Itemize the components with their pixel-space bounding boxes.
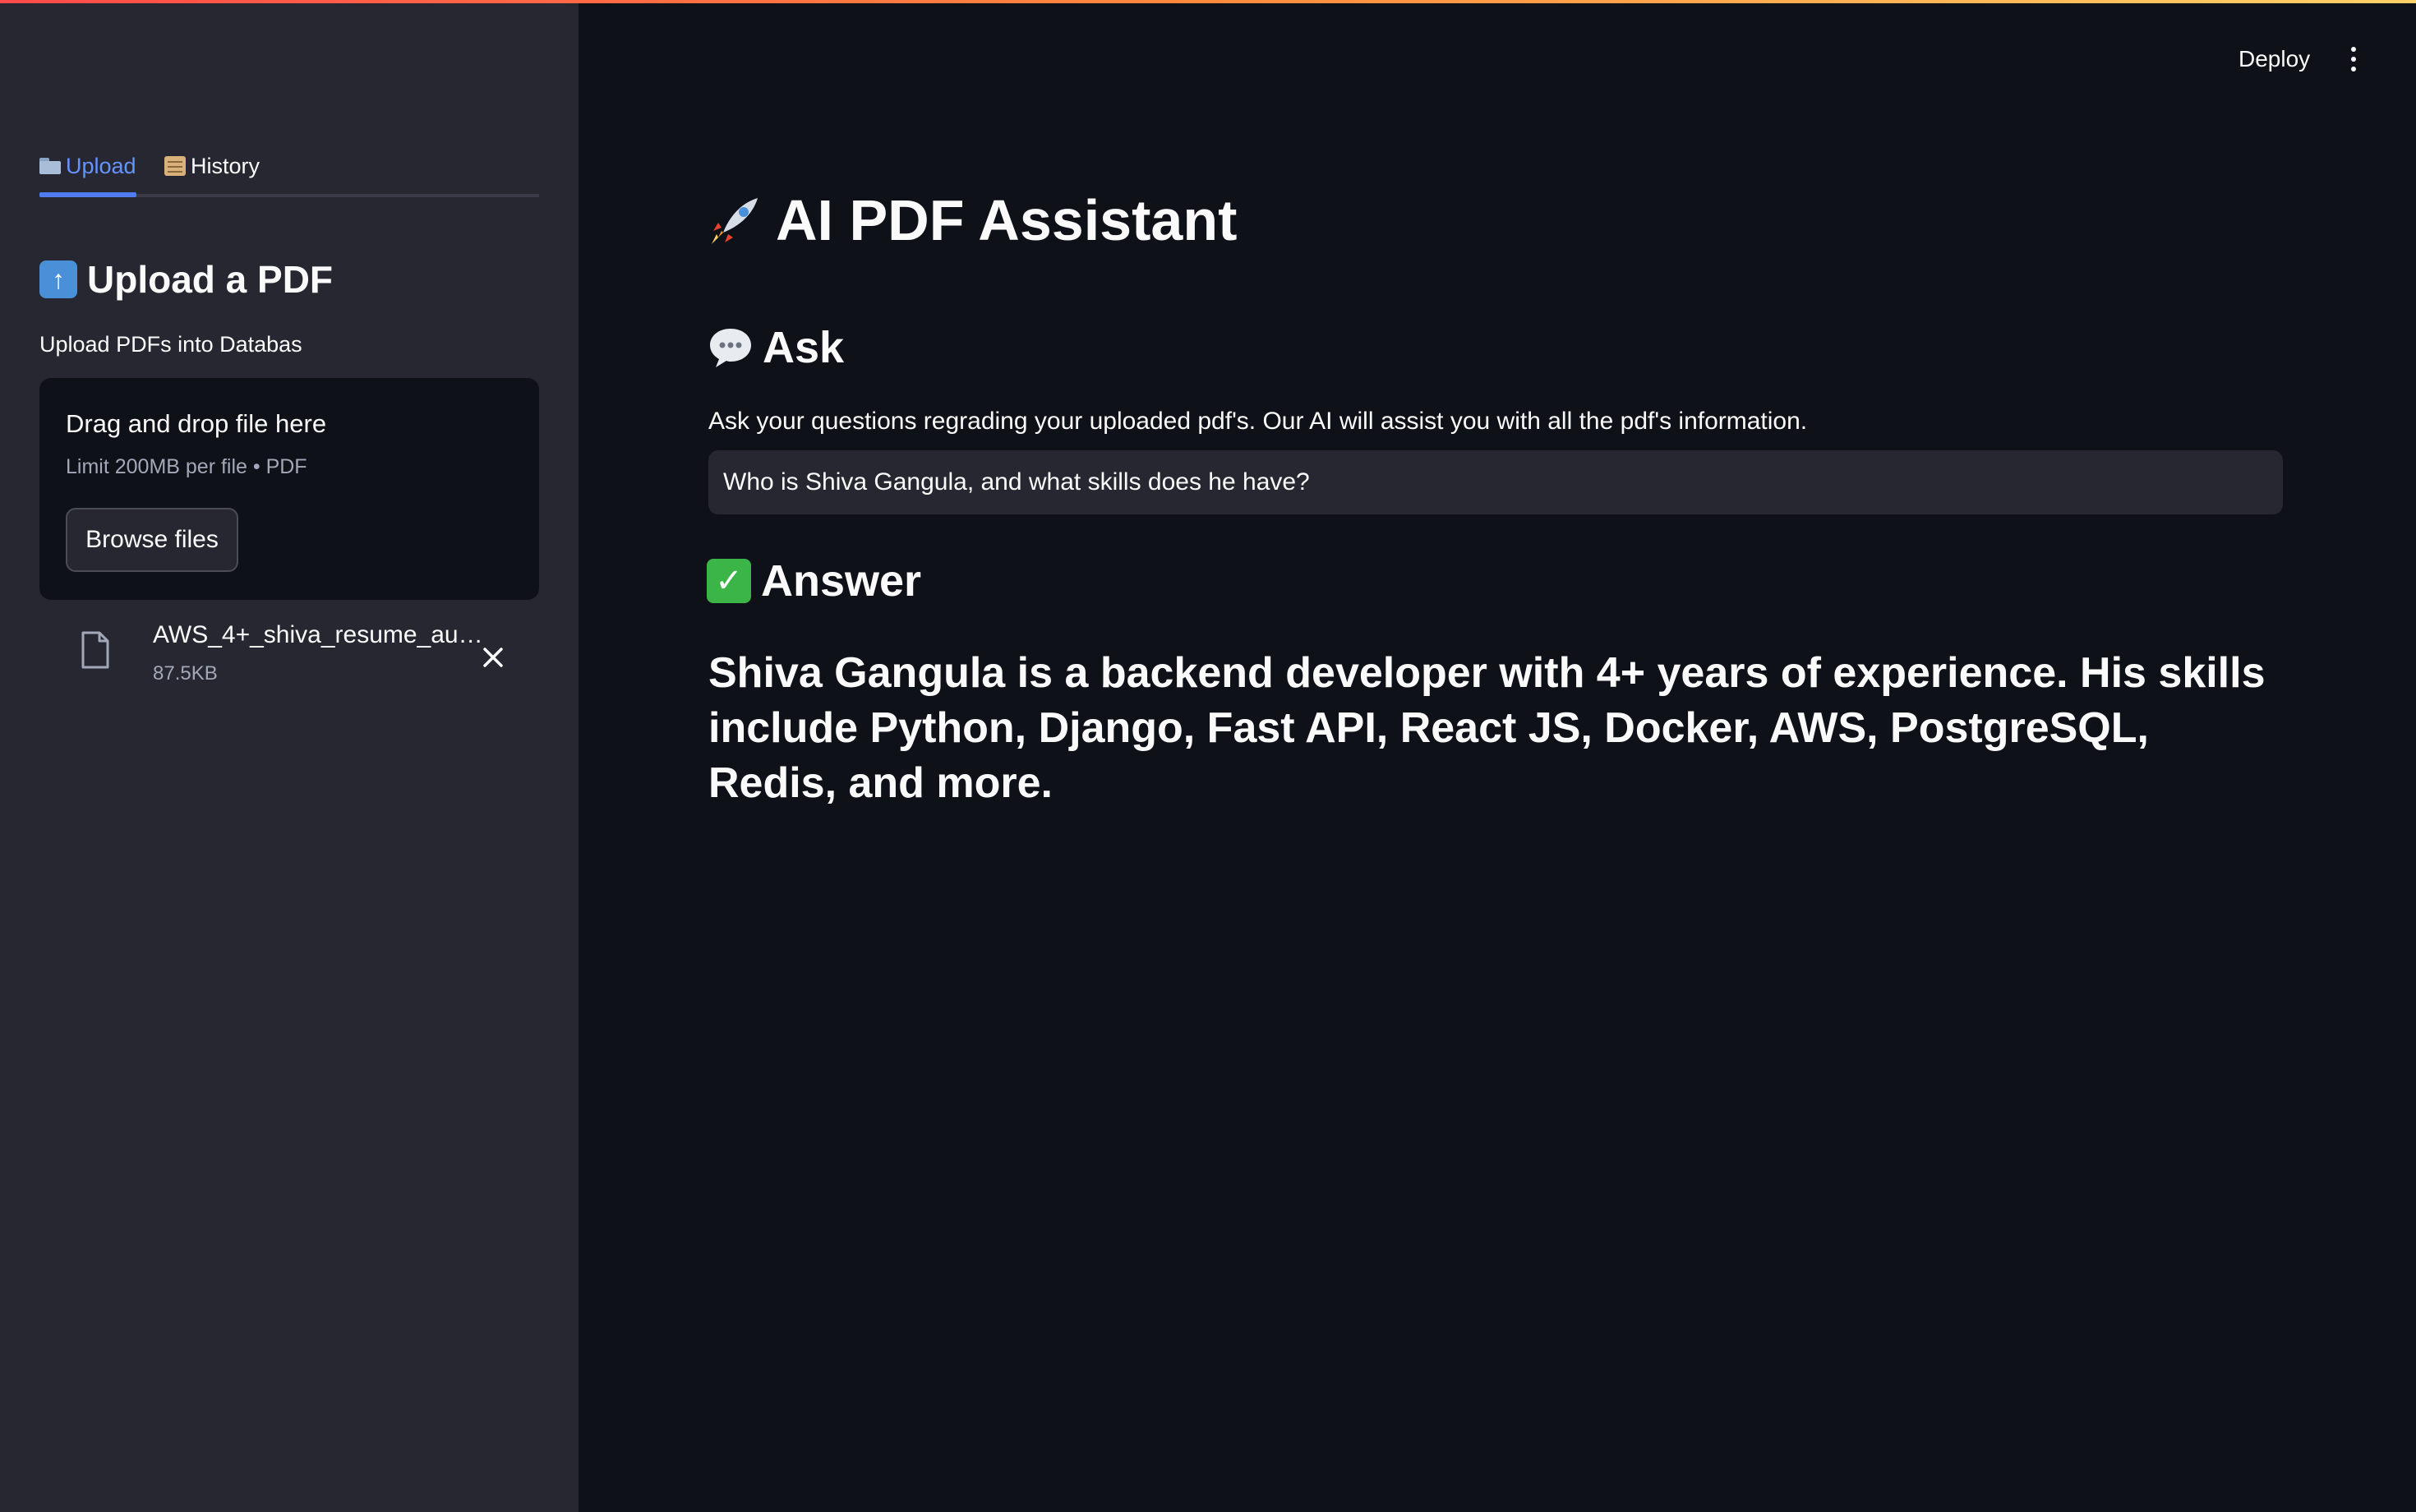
page-title-text: AI PDF Assistant	[776, 188, 1238, 252]
upload-heading-text: Upload a PDF	[87, 258, 334, 301]
menu-dot	[2351, 57, 2356, 62]
page-title: AI PDF Assistant	[707, 184, 1237, 256]
folder-icon	[39, 158, 61, 174]
uploader-label: Upload PDFs into Databas	[39, 332, 302, 357]
dropzone-title: Drag and drop file here	[66, 409, 327, 438]
ask-heading: Ask	[707, 319, 844, 376]
file-name: AWS_4+_shiva_resume_au…	[153, 621, 483, 648]
upload-heading: ↑ Upload a PDF	[39, 255, 333, 304]
top-decoration-bar	[0, 0, 2416, 3]
close-icon[interactable]	[477, 641, 509, 674]
tab-history-label: History	[191, 153, 261, 178]
answer-text: Shiva Gangula is a backend developer wit…	[708, 649, 2266, 807]
sidebar: Upload History ↑ Upload a PDF Upload PDF…	[0, 0, 579, 1512]
menu-dot	[2351, 67, 2356, 71]
sidebar-tabs: Upload History	[39, 140, 539, 197]
active-tab-indicator	[39, 192, 136, 197]
file-size: 87.5KB	[153, 662, 218, 685]
speech-bubble-icon	[710, 329, 751, 367]
file-icon	[81, 631, 109, 669]
check-icon: ✓	[707, 559, 751, 603]
file-dropzone[interactable]: Drag and drop file here Limit 200MB per …	[39, 378, 539, 600]
menu-dot	[2351, 47, 2356, 52]
ask-description: Ask your questions regrading your upload…	[708, 408, 1808, 435]
dropzone-limit: Limit 200MB per file • PDF	[66, 455, 307, 478]
up-arrow-icon: ↑	[39, 260, 77, 298]
deploy-button[interactable]: Deploy	[2227, 41, 2321, 77]
rocket-icon	[712, 198, 758, 244]
uploaded-file-item: AWS_4+_shiva_resume_au… 87.5KB	[39, 613, 539, 694]
browse-files-button[interactable]: Browse files	[66, 508, 238, 572]
tab-history[interactable]: History	[164, 140, 271, 192]
question-input[interactable]	[708, 450, 2283, 514]
ask-heading-text: Ask	[763, 323, 845, 372]
vertical-dots-icon[interactable]	[2340, 43, 2367, 76]
answer-heading: ✓ Answer	[707, 552, 921, 610]
tab-upload-label: Upload	[66, 153, 136, 178]
tab-upload[interactable]: Upload	[39, 140, 136, 192]
answer-heading-text: Answer	[761, 556, 922, 606]
scroll-icon	[164, 156, 186, 176]
